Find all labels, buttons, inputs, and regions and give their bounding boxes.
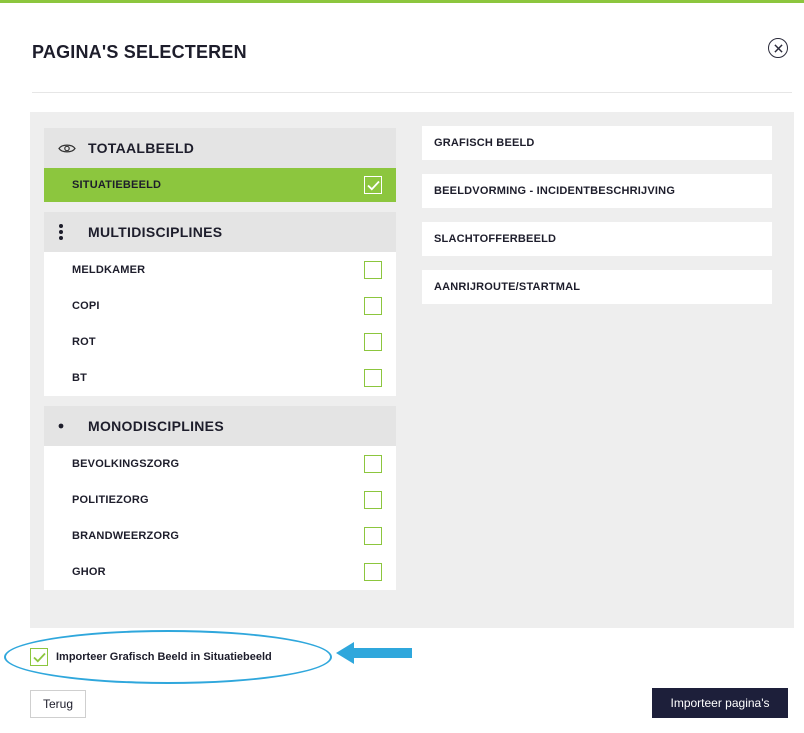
group-label: MULTIDISCIPLINES [88, 224, 223, 240]
dialog-title: PAGINA'S SELECTEREN [32, 42, 247, 62]
page-item-aanrijroute[interactable]: AANRIJROUTE/STARTMAL [422, 270, 772, 304]
row-copi[interactable]: COPI [44, 288, 396, 324]
row-meldkamer[interactable]: MELDKAMER [44, 252, 396, 288]
vertical-dots-icon [58, 223, 80, 241]
checkbox-politiezorg[interactable] [364, 491, 382, 509]
row-situatiebeeld[interactable]: SITUATIEBEELD [44, 168, 396, 202]
group-monodisciplines: MONODISCIPLINES BEVOLKINGSZORG POLITIEZO… [44, 406, 396, 590]
row-rot[interactable]: ROT [44, 324, 396, 360]
selection-panel: TOTAALBEELD SITUATIEBEELD MULTIDISCIPLIN… [30, 112, 794, 628]
row-brandweerzorg[interactable]: BRANDWEERZORG [44, 518, 396, 554]
row-label: MELDKAMER [72, 264, 146, 276]
group-totaalbeeld: TOTAALBEELD SITUATIEBEELD [44, 128, 396, 202]
eye-icon [58, 143, 80, 154]
top-accent-bar [0, 0, 804, 3]
row-politiezorg[interactable]: POLITIEZORG [44, 482, 396, 518]
back-button[interactable]: Terug [30, 690, 86, 718]
import-grafisch-option[interactable]: Importeer Grafisch Beeld in Situatiebeel… [30, 648, 272, 666]
header-divider [32, 92, 792, 93]
checkmark-icon [366, 180, 380, 190]
import-pages-button[interactable]: Importeer pagina's [652, 688, 788, 718]
row-label: GHOR [72, 566, 106, 578]
checkbox-brandweerzorg[interactable] [364, 527, 382, 545]
bullet-icon [58, 423, 80, 429]
close-icon [773, 43, 783, 53]
discipline-list: TOTAALBEELD SITUATIEBEELD MULTIDISCIPLIN… [44, 128, 396, 600]
checkmark-icon [32, 652, 46, 662]
page-list: GRAFISCH BEELD BEELDVORMING - INCIDENTBE… [422, 126, 772, 318]
page-item-beeldvorming[interactable]: BEELDVORMING - INCIDENTBESCHRIJVING [422, 174, 772, 208]
import-option-label: Importeer Grafisch Beeld in Situatiebeel… [56, 651, 272, 663]
row-ghor[interactable]: GHOR [44, 554, 396, 590]
row-label: SITUATIEBEELD [72, 179, 162, 191]
checkbox-ghor[interactable] [364, 563, 382, 581]
row-label: COPI [72, 300, 100, 312]
checkbox-bt[interactable] [364, 369, 382, 387]
row-label: BT [72, 372, 88, 384]
row-label: BEVOLKINGSZORG [72, 458, 180, 470]
checkbox-situatiebeeld[interactable] [364, 176, 382, 194]
group-multidisciplines: MULTIDISCIPLINES MELDKAMER COPI ROT BT [44, 212, 396, 396]
checkbox-rot[interactable] [364, 333, 382, 351]
group-label: TOTAALBEELD [88, 140, 195, 156]
annotation-arrow-icon [336, 642, 412, 664]
row-label: ROT [72, 336, 96, 348]
row-label: POLITIEZORG [72, 494, 149, 506]
group-header-multidisciplines: MULTIDISCIPLINES [44, 212, 396, 252]
row-bevolkingszorg[interactable]: BEVOLKINGSZORG [44, 446, 396, 482]
page-item-slachtofferbeeld[interactable]: SLACHTOFFERBEELD [422, 222, 772, 256]
page-item-grafisch-beeld[interactable]: GRAFISCH BEELD [422, 126, 772, 160]
checkbox-meldkamer[interactable] [364, 261, 382, 279]
checkbox-import-grafisch[interactable] [30, 648, 48, 666]
dialog-header: PAGINA'S SELECTEREN [32, 38, 792, 68]
checkbox-bevolkingszorg[interactable] [364, 455, 382, 473]
row-label: BRANDWEERZORG [72, 530, 180, 542]
group-label: MONODISCIPLINES [88, 418, 224, 434]
row-bt[interactable]: BT [44, 360, 396, 396]
group-header-monodisciplines: MONODISCIPLINES [44, 406, 396, 446]
close-button[interactable] [768, 38, 788, 58]
group-header-totaalbeeld: TOTAALBEELD [44, 128, 396, 168]
checkbox-copi[interactable] [364, 297, 382, 315]
